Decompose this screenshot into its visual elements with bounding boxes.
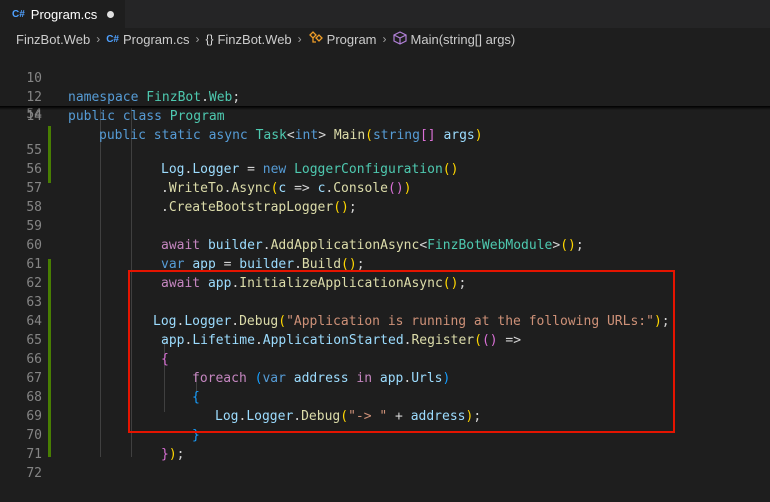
code-line: 58 — [0, 179, 770, 215]
code-line: 10 namespace FinzBot.Web; — [0, 50, 770, 105]
code-line: 60 var app = builder.Build(); — [0, 217, 770, 272]
code-line: 55 Log.Logger = new LoggerConfiguration(… — [0, 122, 770, 177]
tab-label: Program.cs — [30, 6, 98, 22]
highlight-annotation-box — [128, 270, 675, 433]
code-line: 61 await app.InitializeApplicationAsync(… — [0, 236, 770, 291]
chevron-right-icon: › — [297, 32, 302, 46]
line-number: 72 — [26, 466, 42, 481]
line-number: 54 — [26, 107, 42, 118]
breadcrumb-project[interactable]: FinzBot.Web — [16, 32, 90, 47]
chevron-right-icon: › — [382, 32, 387, 46]
code-line: 59 await builder.AddApplicationAsync<Fin… — [0, 198, 770, 253]
chevron-right-icon: › — [195, 32, 200, 46]
method-cube-icon — [392, 30, 407, 48]
class-symbol-icon — [308, 31, 323, 47]
csharp-file-icon: C# — [12, 8, 25, 20]
code-line: 14 public static async Task<int> Main(st… — [0, 88, 770, 143]
code-line: 12 public class Program — [0, 69, 770, 124]
breadcrumb-method[interactable]: Main(string[] args) — [411, 32, 516, 47]
code-line: 72 — [0, 445, 770, 481]
code-line: 56 .WriteTo.Async(c => c.Console()) — [0, 141, 770, 196]
tab-program-cs[interactable]: C# Program.cs — [0, 0, 125, 28]
namespace-icon: {} — [205, 32, 214, 46]
chevron-right-icon: › — [96, 32, 101, 46]
breadcrumb-file[interactable]: Program.cs — [123, 32, 189, 47]
breadcrumb-namespace[interactable]: FinzBot.Web — [217, 32, 291, 47]
code-line: 57 .CreateBootstrapLogger(); — [0, 160, 770, 215]
breadcrumb-class[interactable]: Program — [327, 32, 377, 47]
unsaved-dot-icon[interactable] — [107, 10, 115, 18]
editor-tab-bar: C# Program.cs — [0, 0, 770, 28]
breadcrumb: FinzBot.Web › C# Program.cs › {} FinzBot… — [0, 28, 770, 50]
csharp-file-icon: C# — [106, 33, 119, 45]
sticky-scroll-shadow — [0, 106, 770, 110]
